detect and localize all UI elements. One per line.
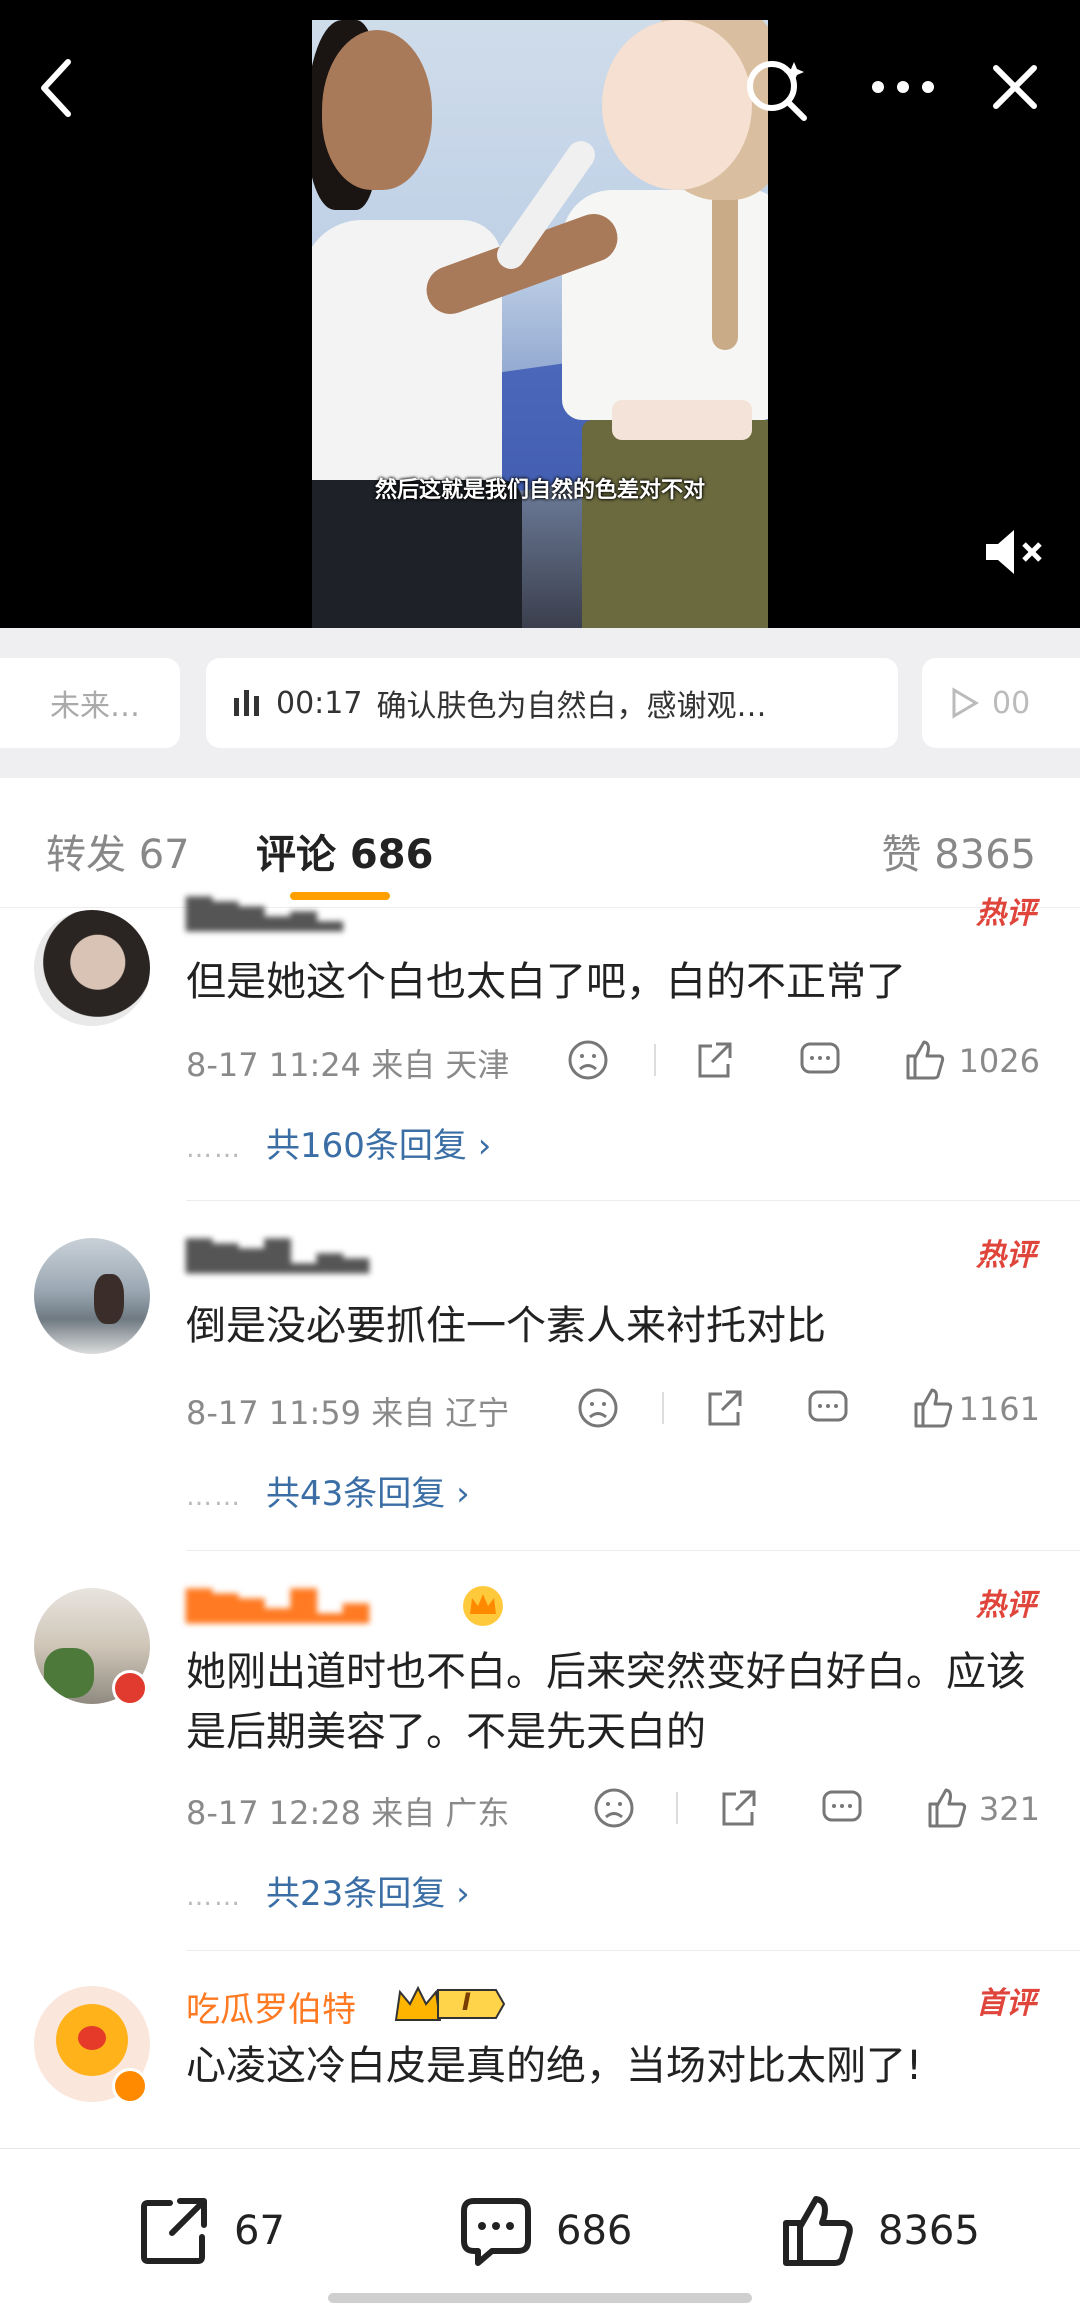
search-button[interactable] <box>744 56 812 128</box>
search-icon <box>747 61 807 121</box>
segment-current[interactable]: 00:17 确认肤色为自然白，感谢观… <box>206 658 898 748</box>
first-comment-badge: 首评 <box>976 1986 1036 2021</box>
dislike-face-icon[interactable] <box>576 1386 620 1430</box>
comment-count: 686 <box>556 2208 633 2254</box>
hot-comment-badge: 热评 <box>976 1238 1036 1273</box>
comment-bubble-icon <box>461 2198 531 2266</box>
comment-meta: 8-17 12:28 来自 广东 321 <box>186 1786 1040 1836</box>
video-segments-strip: 未来… 00:17 确认肤色为自然白，感谢观… 00 <box>0 628 1080 778</box>
more-dots-icon <box>872 81 934 93</box>
comment-text: 但是她这个白也太白了吧，白的不正常了 <box>186 959 906 1005</box>
comment-action[interactable]: 686 <box>458 2193 632 2269</box>
segment-next[interactable]: 00 <box>922 658 1080 748</box>
segment-text: 确认肤色为自然白，感谢观… <box>376 689 767 724</box>
reply-comment-icon[interactable] <box>820 1786 864 1830</box>
interaction-tabs: 转发 67 评论 686 赞 8365 <box>0 778 1080 908</box>
tab-comments[interactable]: 评论 686 <box>256 822 433 880</box>
comment-item[interactable]: ▇▆▅▇▂▄▃ 热评 倒是没必要抓住一个素人来衬托对比 8-17 11:59 来… <box>0 1234 1080 1536</box>
repost-count: 67 <box>234 2208 285 2254</box>
dislike-face-icon[interactable] <box>566 1038 610 1082</box>
comment-divider <box>186 1200 1080 1201</box>
view-replies-link[interactable]: …… 共23条回复 › <box>186 1866 470 1915</box>
comment-text: 她刚出道时也不白。后来突然变好白好白。应该是后期美容了。不是先天白的 <box>186 1649 1026 1755</box>
segment-next-time: 00 <box>992 685 1031 721</box>
fan-level-badge: I <box>392 1982 506 2026</box>
crown-badge-icon <box>463 1586 503 1626</box>
like-action[interactable]: 8365 <box>780 2193 980 2269</box>
comment-location: 来自 辽宁 <box>371 1394 510 1432</box>
comment-item[interactable]: ▇▆▅▃▄▂ 热评 但是她这个白也太白了吧，白的不正常了 8-17 11:24 … <box>0 892 1080 1208</box>
like-count: 8365 <box>878 2208 980 2254</box>
avatar[interactable] <box>34 910 150 1026</box>
comment-time: 8-17 11:59 来自 辽宁 <box>186 1394 510 1432</box>
back-button[interactable] <box>36 56 76 124</box>
view-replies-link[interactable]: …… 共160条回复 › <box>186 1118 491 1167</box>
comment-meta: 8-17 11:24 来自 天津 1026 <box>186 1038 1040 1088</box>
more-button[interactable] <box>868 72 938 106</box>
home-indicator[interactable] <box>328 2293 752 2303</box>
tab-likes[interactable]: 赞 8365 <box>881 822 1036 880</box>
hot-comment-badge: 热评 <box>976 896 1036 931</box>
video-frame: 然后这就是我们自然的色差对不对 <box>312 20 768 628</box>
like-thumb-icon[interactable] <box>910 1386 954 1430</box>
username[interactable]: ▇▆▅▇▂▄▃ <box>186 1234 369 1274</box>
video-subtitle: 然后这就是我们自然的色差对不对 <box>374 478 705 503</box>
share-icon[interactable] <box>716 1786 760 1830</box>
like-count: 321 <box>978 1790 1040 1828</box>
dislike-face-icon[interactable] <box>592 1786 636 1830</box>
username[interactable]: 吃瓜罗伯特 <box>186 1982 356 2031</box>
like-count: 1161 <box>958 1390 1040 1428</box>
repost-icon <box>141 2198 207 2264</box>
username[interactable]: ▇▆▅▃▄▂ <box>186 892 343 932</box>
like-thumb-icon[interactable] <box>924 1786 968 1830</box>
avatar[interactable] <box>34 1238 150 1354</box>
hot-comment-badge: 热评 <box>976 1588 1036 1623</box>
segment-prev[interactable]: 未来… <box>0 658 180 748</box>
audio-wave-icon <box>234 690 259 716</box>
repost-action[interactable]: 67 <box>136 2193 285 2269</box>
crown-level-icon <box>394 1985 506 2021</box>
reply-comment-icon[interactable] <box>806 1386 850 1430</box>
video-player[interactable]: 然后这就是我们自然的色差对不对 <box>0 0 1080 628</box>
comment-meta: 8-17 11:59 来自 辽宁 1161 <box>186 1386 1040 1436</box>
like-count: 1026 <box>958 1042 1040 1080</box>
verified-badge-icon <box>112 1670 148 1706</box>
comment-time: 8-17 12:28 来自 广东 <box>186 1794 510 1832</box>
bottom-action-bar: 67 686 8365 <box>0 2148 1080 2308</box>
comment-text: 心凌这冷白皮是真的绝，当场对比太刚了! <box>186 2043 923 2089</box>
share-icon[interactable] <box>702 1386 746 1430</box>
tab-repost[interactable]: 转发 67 <box>46 822 190 880</box>
view-replies-link[interactable]: …… 共43条回复 › <box>186 1466 470 1515</box>
verified-badge-icon <box>112 2068 148 2104</box>
back-arrow-icon <box>41 59 71 117</box>
segment-time: 00:17 <box>276 685 363 721</box>
comment-item[interactable]: 吃瓜罗伯特 I 首评 心凌这冷白皮是真的绝，当场对比太刚了! <box>0 1984 1080 2144</box>
like-thumb-icon[interactable] <box>902 1038 946 1082</box>
segment-prev-text: 未来… <box>50 689 140 724</box>
comment-location: 来自 广东 <box>371 1794 510 1832</box>
comment-divider <box>186 1550 1080 1551</box>
mute-button[interactable] <box>982 526 1048 582</box>
comment-item[interactable]: ▇▆▅▃▇▂▄ 热评 她刚出道时也不白。后来突然变好白好白。应该是后期美容了。不… <box>0 1584 1080 1936</box>
reply-comment-icon[interactable] <box>798 1038 842 1082</box>
close-icon <box>993 65 1037 109</box>
like-thumb-icon <box>783 2196 853 2266</box>
username[interactable]: ▇▆▅▃▇▂▄ <box>186 1584 369 1624</box>
muted-speaker-icon <box>986 530 1042 574</box>
comment-divider <box>186 1950 1080 1951</box>
comment-location: 来自 天津 <box>371 1046 510 1084</box>
comment-time: 8-17 11:24 来自 天津 <box>186 1046 510 1084</box>
share-icon[interactable] <box>692 1038 736 1082</box>
comment-text: 倒是没必要抓住一个素人来衬托对比 <box>186 1303 826 1349</box>
play-icon <box>952 687 979 719</box>
close-button[interactable] <box>990 62 1040 116</box>
